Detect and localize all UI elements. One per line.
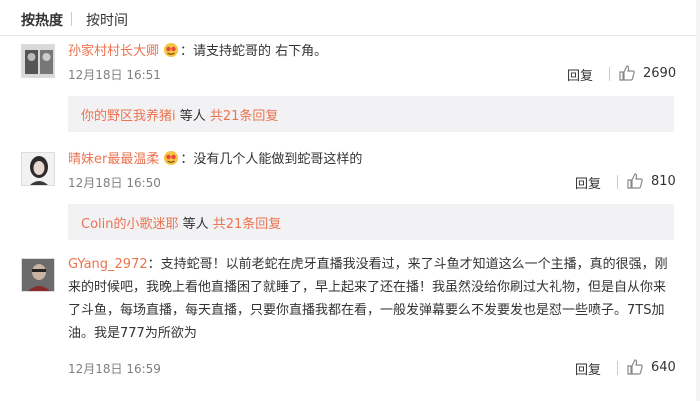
like-count: 810: [651, 173, 676, 189]
avatar-image: [22, 259, 54, 291]
comment-username[interactable]: 孙家村村长大卿: [68, 44, 159, 59]
comment-text: ：没有几个人能做到蛇哥这样的: [180, 152, 363, 167]
comment-time: 12月18日 16:50: [68, 176, 161, 190]
sub-reply-etc: 等人: [178, 217, 213, 232]
sub-reply-etc: 等人: [175, 109, 210, 124]
avatar[interactable]: [21, 152, 55, 186]
like-button[interactable]: 640: [626, 358, 676, 376]
comment-username[interactable]: GYang_2972: [68, 257, 148, 272]
like-button[interactable]: 2690: [618, 64, 676, 82]
view-all-replies-link[interactable]: 共21条回复: [213, 217, 282, 232]
sub-reply-username[interactable]: 你的野区我养猪i: [81, 109, 176, 124]
sort-divider: [71, 12, 72, 26]
avatar[interactable]: [21, 258, 55, 292]
scrollbar[interactable]: [696, 0, 700, 401]
sub-replies-summary: 你的野区我养猪i 等人 共21条回复: [81, 105, 278, 124]
comment-text: ：支持蛇哥！以前老蛇在虎牙直播我没看过，来了斗鱼才知道这么一个主播，真的很强，刚…: [68, 257, 668, 341]
sub-replies-summary: Colin的小歌迷耶 等人 共21条回复: [81, 213, 281, 232]
sub-reply-username[interactable]: Colin的小歌迷耶: [81, 217, 179, 232]
avatar-image: [22, 45, 54, 77]
reply-button[interactable]: 回复: [575, 359, 601, 378]
thumbs-up-icon: [627, 173, 643, 189]
sort-bar: 按热度 按时间: [0, 0, 700, 36]
view-all-replies-link[interactable]: 共21条回复: [210, 109, 279, 124]
like-count: 2690: [643, 65, 677, 81]
sort-by-time-tab[interactable]: 按时间: [86, 10, 128, 30]
comment-username[interactable]: 晴妹er最最温柔: [68, 152, 159, 167]
vip-face-badge-icon: [162, 150, 180, 166]
reply-button[interactable]: 回复: [567, 65, 593, 84]
vip-face-badge-icon: [162, 42, 180, 58]
thumbs-up-icon: [619, 65, 635, 81]
comment-time: 12月18日 16:51: [68, 68, 161, 82]
avatar[interactable]: [21, 44, 55, 78]
comment-text: ：请支持蛇哥的 右下角。: [180, 44, 328, 59]
like-count: 640: [651, 359, 676, 375]
comment-header: 晴妹er最最温柔 ：没有几个人能做到蛇哥这样的: [68, 148, 362, 167]
comment-body: GYang_2972：支持蛇哥！以前老蛇在虎牙直播我没看过，来了斗鱼才知道这么一…: [68, 253, 673, 345]
sub-replies-box: Colin的小歌迷耶 等人 共21条回复: [68, 204, 674, 240]
avatar-image: [22, 153, 54, 185]
comment-time: 12月18日 16:59: [68, 362, 161, 376]
action-divider: [609, 67, 610, 81]
comment-header: 孙家村村长大卿 ：请支持蛇哥的 右下角。: [68, 40, 327, 59]
thumbs-up-icon: [627, 359, 643, 375]
action-divider: [617, 361, 618, 375]
action-divider: [617, 175, 618, 189]
sub-replies-box: 你的野区我养猪i 等人 共21条回复: [68, 96, 674, 132]
reply-button[interactable]: 回复: [575, 173, 601, 192]
sort-by-hot-tab[interactable]: 按热度: [21, 10, 63, 30]
like-button[interactable]: 810: [626, 172, 676, 190]
